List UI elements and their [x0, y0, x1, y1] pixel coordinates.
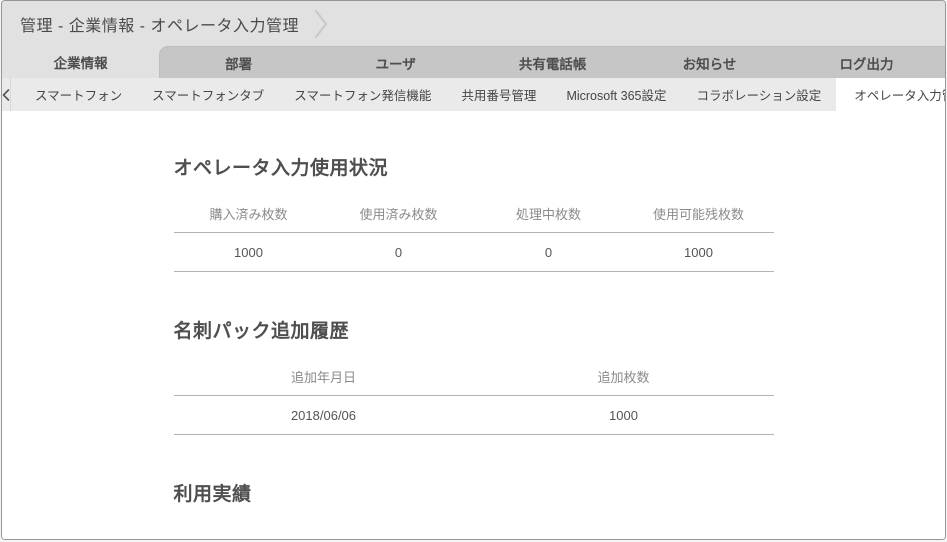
- column-header: 購入済み枚数: [173, 193, 324, 233]
- cell-added-count: 1000: [473, 395, 774, 435]
- section-title-history: 名刺パック追加履歴: [173, 321, 350, 342]
- column-header: 追加年月日: [173, 356, 474, 396]
- section-title-usage: オペレータ入力使用状況: [173, 158, 389, 179]
- history-table: 追加年月日 追加枚数 2018/06/06 1000: [173, 356, 774, 435]
- breadcrumb: 管理 - 企業情報 - オペレータ入力管理: [20, 17, 299, 35]
- subtab-smartphone-call-function[interactable]: スマートフォン発信機能: [279, 78, 446, 111]
- section-title-results: 利用実績: [173, 484, 252, 505]
- table-row: 1000 0 0 1000: [173, 232, 774, 272]
- tab-notice[interactable]: お知らせ: [631, 47, 788, 78]
- subtab-smartphone-tab[interactable]: スマートフォンタブ: [137, 78, 279, 111]
- main-tab-bar: 企業情報 部署 ユーザ 共有電話帳 お知らせ ログ出力: [2, 46, 945, 78]
- cell-processing-count: 0: [473, 232, 624, 272]
- content-area: オペレータ入力使用状況 購入済み枚数 使用済み枚数 処理中枚数 使用可能残枚数 …: [2, 111, 945, 539]
- section-operator-input-usage: オペレータ入力使用状況 購入済み枚数 使用済み枚数 処理中枚数 使用可能残枚数 …: [173, 153, 774, 272]
- column-header: 使用可能残枚数: [623, 193, 774, 233]
- tab-log-output[interactable]: ログ出力: [788, 47, 945, 78]
- tab-company-info[interactable]: 企業情報: [2, 46, 160, 78]
- section-card-pack-history: 名刺パック追加履歴 追加年月日 追加枚数 2018/06/06 1000: [173, 316, 774, 435]
- tab-department[interactable]: 部署: [160, 47, 317, 78]
- section-usage-results: 利用実績 ダウンロード: [174, 479, 774, 539]
- subtab-operator-input-management[interactable]: オペレータ入力管理: [836, 78, 945, 111]
- tab-shared-phonebook[interactable]: 共有電話帳: [474, 47, 631, 78]
- cell-added-date: 2018/06/06: [173, 395, 474, 435]
- tab-user[interactable]: ユーザ: [317, 47, 474, 78]
- usage-table: 購入済み枚数 使用済み枚数 処理中枚数 使用可能残枚数 1000 0 0 100…: [173, 193, 774, 272]
- cell-used-count: 0: [323, 232, 474, 272]
- table-header-row: 追加年月日 追加枚数: [173, 356, 774, 396]
- subtab-collaboration-settings[interactable]: コラボレーション設定: [681, 78, 836, 111]
- chevron-left-icon: [2, 88, 10, 101]
- sub-tab-bar: スマートフォン スマートフォンタブ スマートフォン発信機能 共用番号管理 Mic…: [2, 78, 945, 111]
- column-header: 使用済み枚数: [323, 193, 474, 233]
- subtab-microsoft-365-settings[interactable]: Microsoft 365設定: [551, 78, 681, 111]
- subtab-smartphone[interactable]: スマートフォン: [20, 78, 137, 111]
- subtab-list: スマートフォン スマートフォンタブ スマートフォン発信機能 共用番号管理 Mic…: [11, 78, 945, 111]
- cell-remaining-count: 1000: [623, 232, 774, 272]
- app-window: 管理 - 企業情報 - オペレータ入力管理 企業情報 部署 ユーザ 共有電話帳 …: [1, 0, 946, 540]
- table-row: 2018/06/06 1000: [173, 395, 774, 435]
- subtab-shared-number-management[interactable]: 共用番号管理: [446, 78, 551, 111]
- column-header: 追加枚数: [473, 356, 774, 396]
- table-header-row: 購入済み枚数 使用済み枚数 処理中枚数 使用可能残枚数: [173, 193, 774, 233]
- subtab-scroll-left-button[interactable]: [2, 78, 11, 111]
- breadcrumb-chevron-icon: [314, 9, 327, 38]
- column-header: 処理中枚数: [473, 193, 624, 233]
- cell-purchased-count: 1000: [173, 232, 324, 272]
- inactive-tab-strip: 部署 ユーザ 共有電話帳 お知らせ ログ出力: [159, 46, 945, 78]
- breadcrumb-bar: 管理 - 企業情報 - オペレータ入力管理: [2, 1, 945, 46]
